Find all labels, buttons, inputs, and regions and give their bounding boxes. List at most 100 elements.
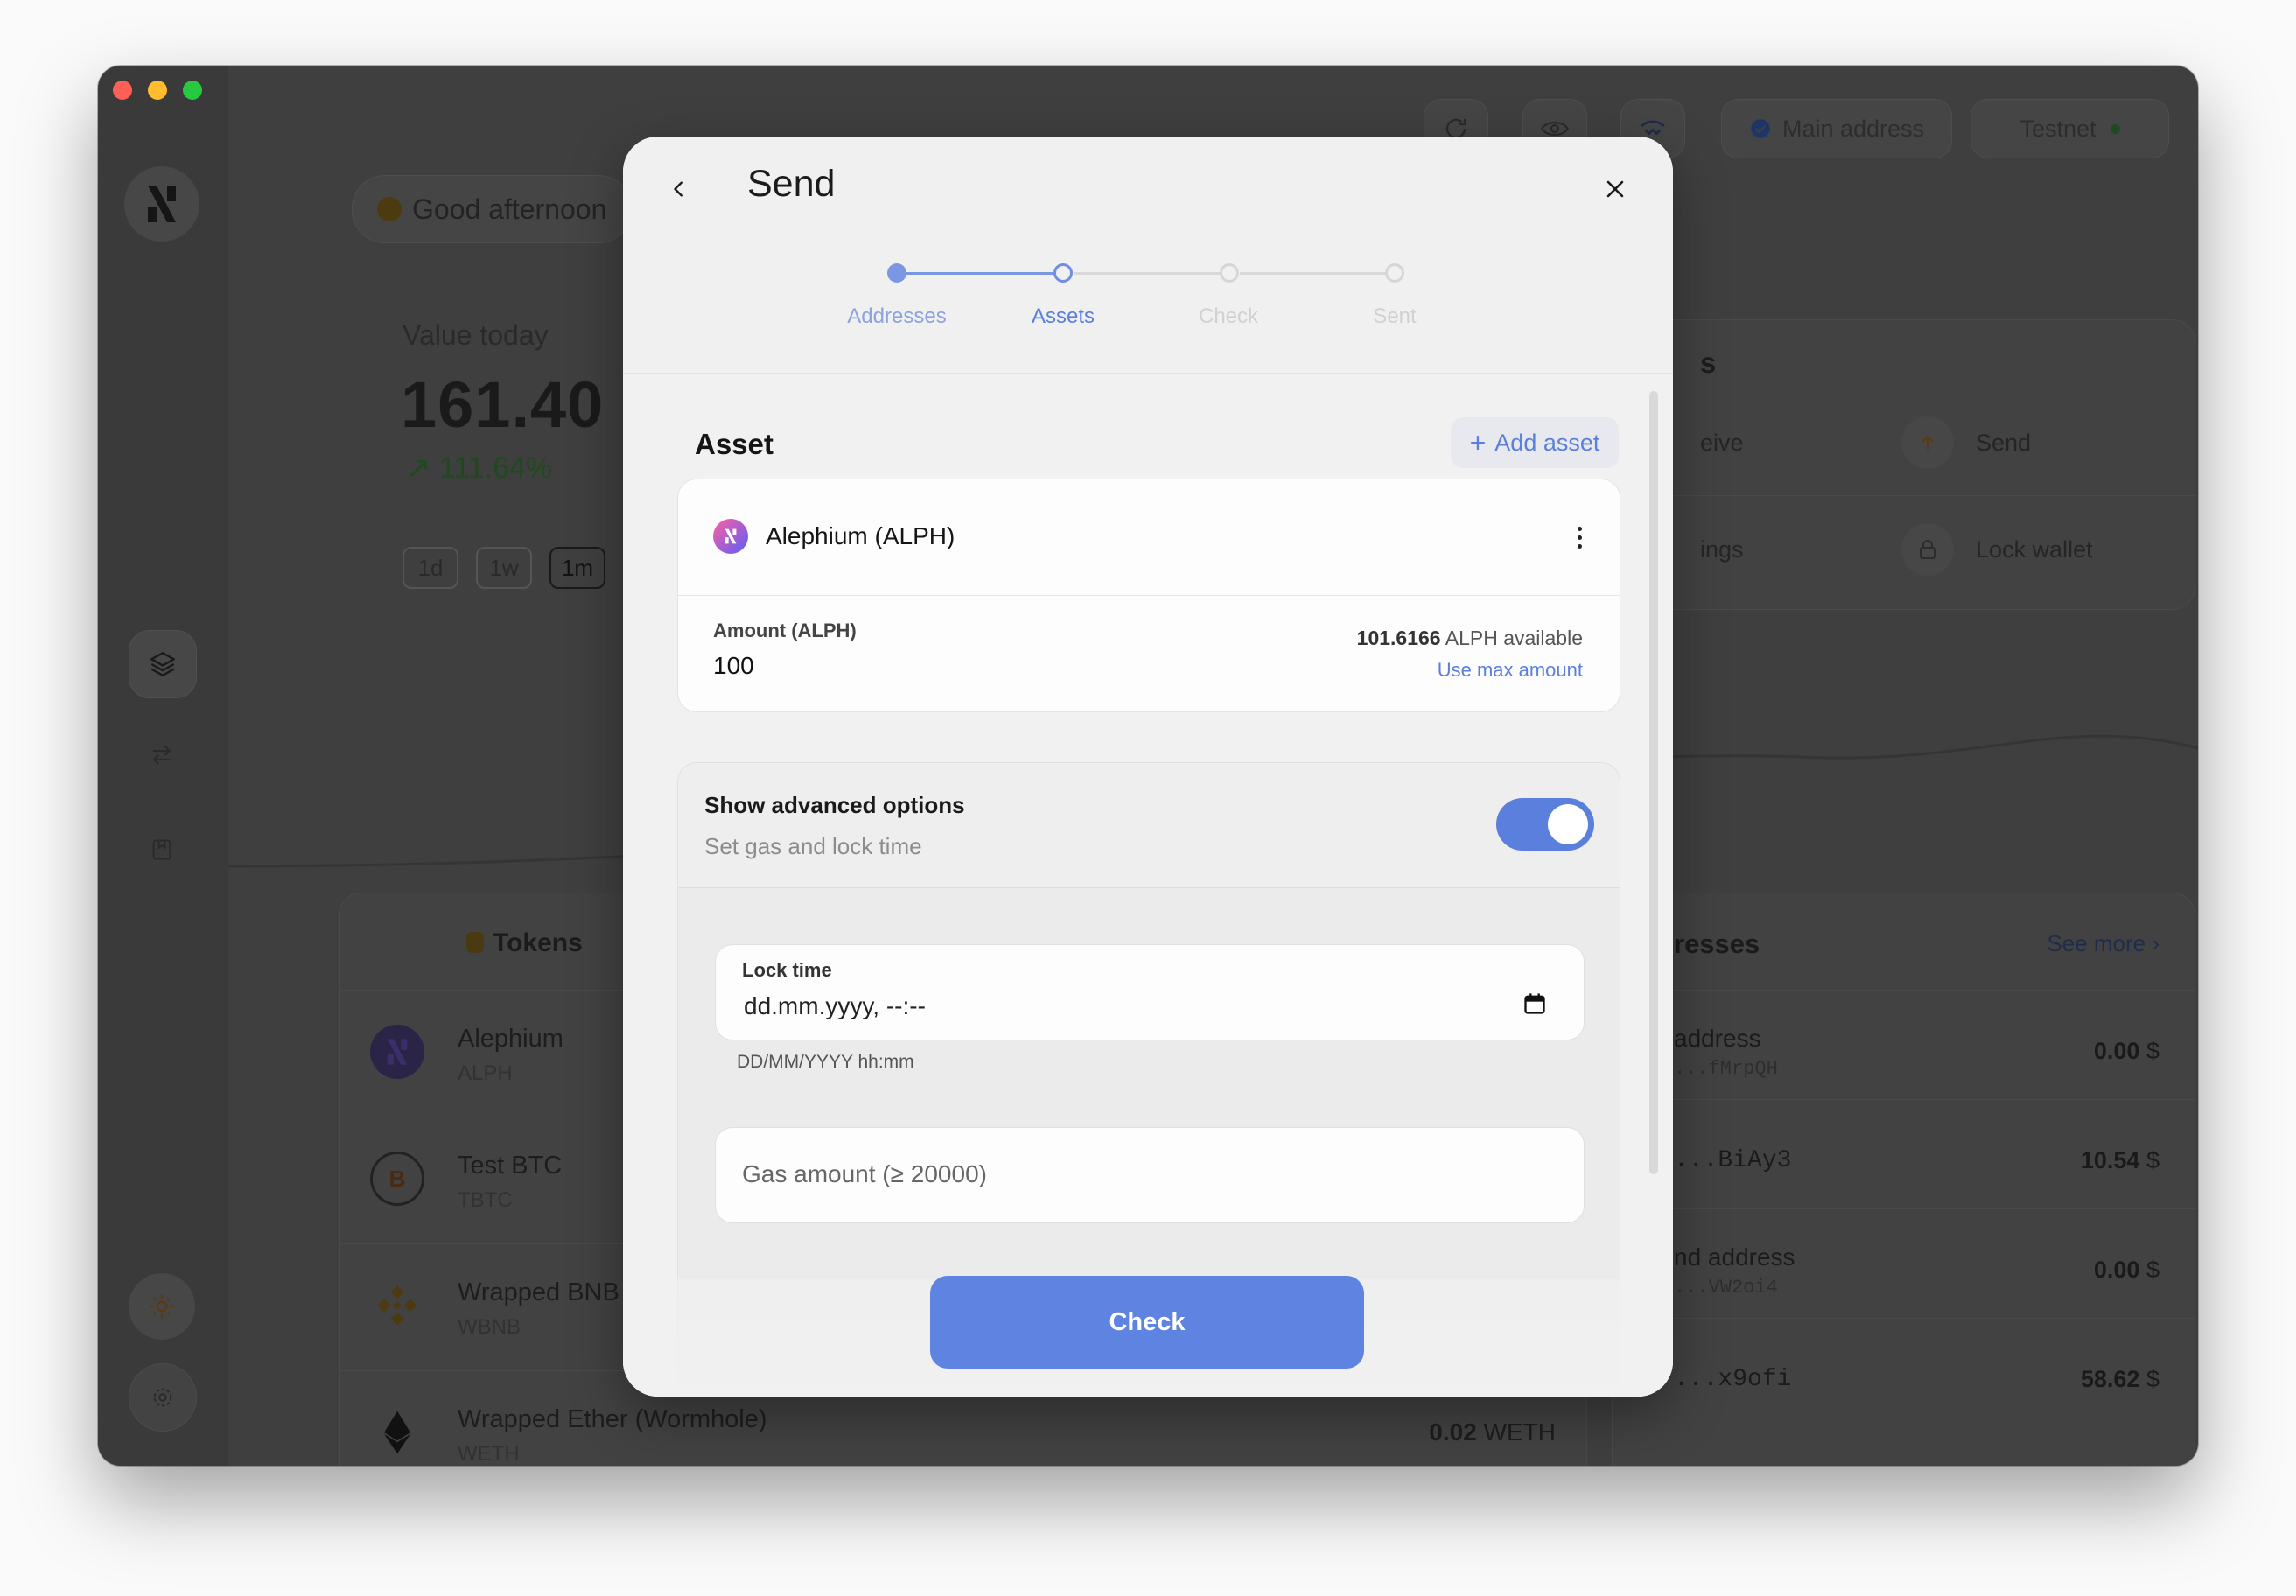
step-label-addresses[interactable]: Addresses	[814, 304, 980, 329]
network-label: Testnet	[2020, 115, 2096, 142]
alephium-token-icon	[713, 519, 748, 554]
use-max-amount-link[interactable]: Use max amount	[1438, 659, 1583, 682]
alephium-logo	[124, 166, 200, 242]
available-amount: 101.6166	[1356, 626, 1441, 649]
ether-token-icon	[370, 1405, 424, 1460]
gas-amount-input[interactable]: Gas amount (≥ 20000)	[742, 1160, 987, 1188]
token-name: Test BTC	[458, 1152, 563, 1180]
toggle-knob	[1548, 804, 1588, 844]
calendar-icon[interactable]	[1522, 991, 1547, 1016]
back-button[interactable]	[658, 168, 700, 210]
sidebar-overview-button[interactable]	[129, 630, 197, 698]
address-hash: ...VW2oi4	[1674, 1277, 1778, 1298]
send-modal-body: Asset + Add asset Alephium (ALPH) Amount…	[623, 374, 1673, 1396]
available-suffix: ALPH available	[1445, 626, 1583, 649]
value-change-text: 111.64%	[438, 452, 553, 485]
bnb-token-icon	[370, 1278, 424, 1333]
scrollbar[interactable]	[1649, 391, 1658, 1174]
range-1m-button[interactable]: 1m	[550, 547, 606, 589]
window-close-control[interactable]	[113, 80, 132, 100]
token-name: Alephium	[458, 1025, 564, 1053]
amount-input[interactable]	[713, 652, 1151, 680]
sidebar-theme-toggle[interactable]	[129, 1273, 195, 1340]
smile-emoji-icon	[377, 197, 402, 221]
token-name: Wrapped Ether (Wormhole)	[458, 1405, 767, 1433]
send-shortcut[interactable]: Send	[1976, 430, 2031, 457]
tokens-title: Tokens	[493, 928, 583, 957]
window-minimize-control[interactable]	[148, 80, 167, 100]
advanced-options-toggle[interactable]	[1496, 798, 1594, 850]
token-symbol: WETH	[458, 1442, 520, 1466]
close-button[interactable]	[1594, 168, 1636, 210]
close-icon	[1606, 180, 1624, 198]
lock-icon	[1901, 523, 1954, 576]
address-hash: ...x9ofi	[1674, 1366, 1792, 1393]
range-1w-button[interactable]: 1w	[476, 547, 532, 589]
token-symbol: WBNB	[458, 1315, 521, 1339]
lock-time-field[interactable]: Lock time dd.mm.yyyy, --:--	[715, 944, 1585, 1040]
lock-time-label: Lock time	[742, 959, 832, 981]
address-value: 58.62 $	[2081, 1366, 2160, 1393]
advanced-options-title: Show advanced options	[704, 792, 965, 818]
network-selector[interactable]: Testnet	[1970, 99, 2169, 158]
address-hash: ...BiAy3	[1674, 1147, 1792, 1174]
asset-selector[interactable]: Alephium (ALPH)	[678, 480, 1620, 596]
book-icon	[152, 839, 172, 860]
address-value: 10.54 $	[2081, 1147, 2160, 1174]
layers-icon	[150, 652, 175, 676]
step-label-check: Check	[1198, 304, 1259, 328]
alephium-token-icon	[370, 1025, 424, 1079]
chevron-right-icon: ›	[2152, 930, 2160, 956]
addresses-title: resses	[1674, 928, 1760, 959]
addresses-card: resses See more › address ...fMrpQH 0.00…	[1612, 892, 2195, 1466]
address-label: address	[1674, 1025, 1761, 1052]
lock-wallet-shortcut[interactable]: Lock wallet	[1976, 536, 2093, 564]
send-modal-header: Send Addresses Assets Check Sent	[623, 136, 1673, 374]
add-asset-button[interactable]: + Add asset	[1451, 417, 1619, 468]
value-today-amount: 161.40	[401, 368, 605, 441]
see-more-link[interactable]: See more ›	[2047, 930, 2160, 957]
main-address-selector[interactable]: Main address	[1721, 99, 1952, 158]
sidebar-settings-button[interactable]	[129, 1363, 197, 1432]
step-dot-sent	[1385, 263, 1404, 283]
step-label-sent: Sent	[1373, 304, 1417, 328]
advanced-options-header: Show advanced options Set gas and lock t…	[678, 763, 1620, 888]
address-value-currency: $	[2146, 1366, 2160, 1392]
receive-shortcut[interactable]: eive	[1700, 430, 1744, 457]
check-button[interactable]: Check	[930, 1276, 1364, 1368]
add-asset-label: Add asset	[1494, 429, 1600, 456]
range-1d-button[interactable]: 1d	[402, 547, 458, 589]
window-zoom-control[interactable]	[183, 80, 202, 100]
advanced-options-subtitle: Set gas and lock time	[704, 833, 922, 859]
greeting-pill: Good afternoon	[352, 175, 633, 243]
main-address-label: Main address	[1782, 115, 1925, 142]
address-value-currency: $	[2146, 1038, 2160, 1064]
modal-title: Send	[747, 163, 836, 205]
sidebar-address-book-button[interactable]	[129, 816, 195, 883]
step-connector	[900, 272, 1064, 275]
value-change: ↗ 111.64%	[406, 451, 552, 486]
shortcuts-title: s	[1700, 346, 1717, 379]
asset-section-title: Asset	[695, 428, 774, 460]
token-amount-value: 0.02	[1429, 1418, 1477, 1446]
step-label-assets: Assets	[1031, 304, 1096, 328]
network-status-dot	[2110, 123, 2120, 134]
sidebar-transfers-button[interactable]	[129, 722, 195, 788]
step-dot-addresses[interactable]	[887, 263, 906, 283]
address-label: nd address	[1674, 1243, 1796, 1270]
address-value-amount: 0.00	[2093, 1256, 2140, 1283]
more-options-icon[interactable]	[1562, 518, 1597, 556]
arrow-up-right-icon: ↗	[406, 452, 431, 485]
gear-icon	[153, 1388, 172, 1407]
value-today-label: Value today	[402, 319, 549, 351]
greeting-text: Good afternoon	[412, 192, 607, 225]
settings-shortcut[interactable]: ings	[1700, 536, 1744, 564]
transfer-arrows-icon	[152, 746, 172, 765]
asset-name: Alephium (ALPH)	[766, 522, 956, 550]
token-name: Wrapped BNB	[458, 1278, 620, 1306]
gas-amount-field[interactable]: Gas amount (≥ 20000)	[715, 1127, 1585, 1223]
lock-time-input[interactable]: dd.mm.yyyy, --:--	[744, 992, 926, 1020]
shortcuts-card: s eive Send ings Lock wallet	[1612, 319, 2195, 610]
token-amount-unit: WETH	[1483, 1418, 1556, 1446]
tokens-tab[interactable]: Tokens	[466, 928, 583, 958]
